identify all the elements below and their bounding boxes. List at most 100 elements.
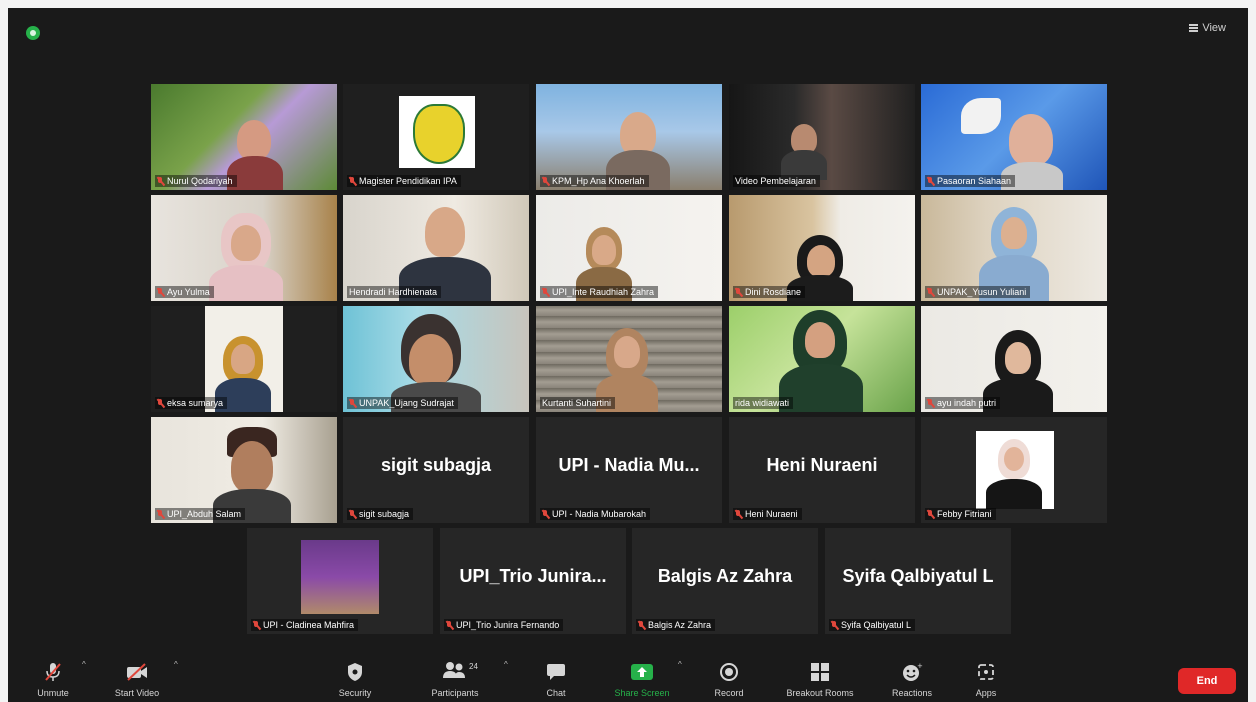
name-tag: Hendradi Hardhienata: [347, 286, 442, 298]
security-button[interactable]: Security: [330, 662, 380, 698]
name-tag: UNPAK_Yusun Yuliani: [925, 286, 1031, 298]
video-tile-pasaoran-siahaan[interactable]: Pasaoran Siahaan: [921, 84, 1107, 190]
name-tile-heni-nuraeni[interactable]: Heni Nuraeni Heni Nuraeni: [729, 417, 915, 523]
name-tile-upi-nadia-mubarokah[interactable]: UPI - Nadia Mu... UPI - Nadia Mubarokah: [536, 417, 722, 523]
video-tile-upi-abduh-salam[interactable]: UPI_Abduh Salam: [151, 417, 337, 523]
name-tag: Pasaoran Siahaan: [925, 175, 1016, 187]
video-tile-upi-inte-raudhiah-zahra[interactable]: UPI_Inte Raudhiah Zahra: [536, 195, 722, 301]
mic-muted-icon: [542, 176, 549, 186]
profile-picture: [976, 431, 1054, 509]
mic-muted-icon: [542, 509, 549, 519]
name-tile-balgis-az-zahra[interactable]: Balgis Az Zahra Balgis Az Zahra: [632, 528, 818, 634]
view-menu-icon: [1189, 24, 1199, 32]
view-label: View: [1202, 22, 1226, 34]
view-button[interactable]: View: [1189, 22, 1226, 34]
share-options-caret-icon[interactable]: ^: [678, 660, 682, 669]
apps-icon: [978, 664, 994, 680]
video-tile-kpm-ana[interactable]: KPM_Hp Ana Khoerlah: [536, 84, 722, 190]
shield-icon: [348, 663, 362, 681]
video-tile-ayu-yulma[interactable]: Ayu Yulma: [151, 195, 337, 301]
mic-muted-icon: [542, 287, 549, 297]
video-tile-magister-pendidikan-ipa[interactable]: Magister Pendidikan IPA: [343, 84, 529, 190]
mic-muted-icon: [446, 620, 453, 630]
video-tile-unpak-ujang-sudrajat[interactable]: UNPAK_Ujang Sudrajat: [343, 306, 529, 412]
name-tag: Heni Nuraeni: [733, 508, 802, 520]
mic-muted-icon: [157, 176, 164, 186]
end-meeting-button[interactable]: End: [1178, 668, 1236, 694]
profile-picture: [301, 540, 379, 614]
window-frame: View Nurul Qodariyah Magister Pendidikan…: [0, 0, 1256, 702]
university-logo-image: [399, 96, 475, 168]
participants-button[interactable]: 24 Participants: [420, 660, 490, 698]
video-tile-dini-rosdiane[interactable]: Dini Rosdiane: [729, 195, 915, 301]
name-tag: Ayu Yulma: [155, 286, 214, 298]
mic-muted-icon: [927, 509, 934, 519]
apps-button[interactable]: Apps: [966, 662, 1006, 698]
name-tag: Nurul Qodariyah: [155, 175, 237, 187]
participant-display-name: Syifa Qalbiyatul L: [842, 566, 994, 586]
name-tag: Syifa Qalbiyatul L: [829, 619, 916, 631]
meeting-toolbar: Unmute ^ Start Video ^ Security 24 Parti…: [8, 650, 1248, 702]
mic-muted-icon: [927, 398, 934, 408]
chat-bubble-icon: [547, 664, 565, 680]
participant-display-name: UPI - Nadia Mu...: [558, 455, 700, 475]
video-tile-video-pembelajaran[interactable]: Video Pembelajaran: [729, 84, 915, 190]
record-button[interactable]: Record: [706, 662, 752, 698]
mic-muted-icon: [349, 398, 356, 408]
breakout-rooms-button[interactable]: Breakout Rooms: [772, 662, 868, 698]
mic-muted-icon: [735, 287, 742, 297]
name-tag: eksa sumarya: [155, 397, 228, 409]
mic-muted-icon: [157, 398, 164, 408]
video-options-caret-icon[interactable]: ^: [174, 660, 178, 669]
mic-muted-icon: [927, 287, 934, 297]
camera-off-icon: [127, 663, 147, 681]
mic-muted-icon: [349, 176, 356, 186]
name-tag: Video Pembelajaran: [733, 175, 820, 187]
video-tile-nurul-qodariyah[interactable]: Nurul Qodariyah: [151, 84, 337, 190]
participants-count: 24: [469, 662, 478, 671]
participant-display-name: UPI_Trio Junira...: [459, 566, 607, 586]
name-tile-sigit-subagja[interactable]: sigit subagja sigit subagja: [343, 417, 529, 523]
name-tag: UPI - Cladinea Mahfira: [251, 619, 359, 631]
start-video-button[interactable]: Start Video: [106, 662, 168, 698]
mic-muted-icon: [831, 620, 838, 630]
reactions-button[interactable]: + Reactions: [880, 662, 944, 698]
name-tag: Febby Fitriani: [925, 508, 996, 520]
mic-muted-icon: [253, 620, 260, 630]
video-tile-kurtanti-suhartini[interactable]: Kurtanti Suhartini: [536, 306, 722, 412]
name-tag: UNPAK_Ujang Sudrajat: [347, 397, 458, 409]
unmute-button[interactable]: Unmute: [28, 662, 78, 698]
chat-button[interactable]: Chat: [536, 662, 576, 698]
video-tile-hendradi-hardhienata-active-speaker[interactable]: Hendradi Hardhienata: [343, 195, 529, 301]
audio-options-caret-icon[interactable]: ^: [82, 660, 86, 669]
profile-tile-febby-fitriani[interactable]: Febby Fitriani: [921, 417, 1107, 523]
name-tag: UPI_Inte Raudhiah Zahra: [540, 286, 659, 298]
participant-display-name: Heni Nuraeni: [766, 455, 878, 475]
participant-display-name: sigit subagja: [380, 455, 492, 475]
participant-display-name: Balgis Az Zahra: [657, 566, 793, 586]
name-tag: Balgis Az Zahra: [636, 619, 716, 631]
name-tag: sigit subagja: [347, 508, 414, 520]
video-tile-rida-widiawati[interactable]: rida widiawati: [729, 306, 915, 412]
reactions-smiley-icon: +: [903, 662, 923, 681]
participants-options-caret-icon[interactable]: ^: [504, 660, 508, 669]
mic-muted-icon: [735, 509, 742, 519]
video-tile-ayu-indah-putri[interactable]: ayu indah putri: [921, 306, 1107, 412]
mic-muted-icon: [157, 287, 164, 297]
participants-icon: [443, 662, 465, 678]
name-tile-syifa-qalbiyatul[interactable]: Syifa Qalbiyatul L Syifa Qalbiyatul L: [825, 528, 1011, 634]
name-tag: Magister Pendidikan IPA: [347, 175, 461, 187]
name-tag: rida widiawati: [733, 397, 794, 409]
video-tile-unpak-yusun-yuliani[interactable]: UNPAK_Yusun Yuliani: [921, 195, 1107, 301]
microphone-muted-icon: [45, 663, 61, 681]
profile-tile-upi-cladinea-mahfira[interactable]: UPI - Cladinea Mahfira: [247, 528, 433, 634]
name-tile-upi-trio-junira-fernando[interactable]: UPI_Trio Junira... UPI_Trio Junira Ferna…: [440, 528, 626, 634]
name-tag: Kurtanti Suhartini: [540, 397, 616, 409]
video-tile-eksa-sumarya[interactable]: eksa sumarya: [151, 306, 337, 412]
mic-muted-icon: [927, 176, 934, 186]
encryption-shield-icon[interactable]: [26, 26, 40, 40]
share-screen-arrow-icon: [631, 664, 653, 680]
name-tag: Dini Rosdiane: [733, 286, 806, 298]
name-tag: UPI_Trio Junira Fernando: [444, 619, 564, 631]
share-screen-button[interactable]: Share Screen: [604, 662, 680, 698]
